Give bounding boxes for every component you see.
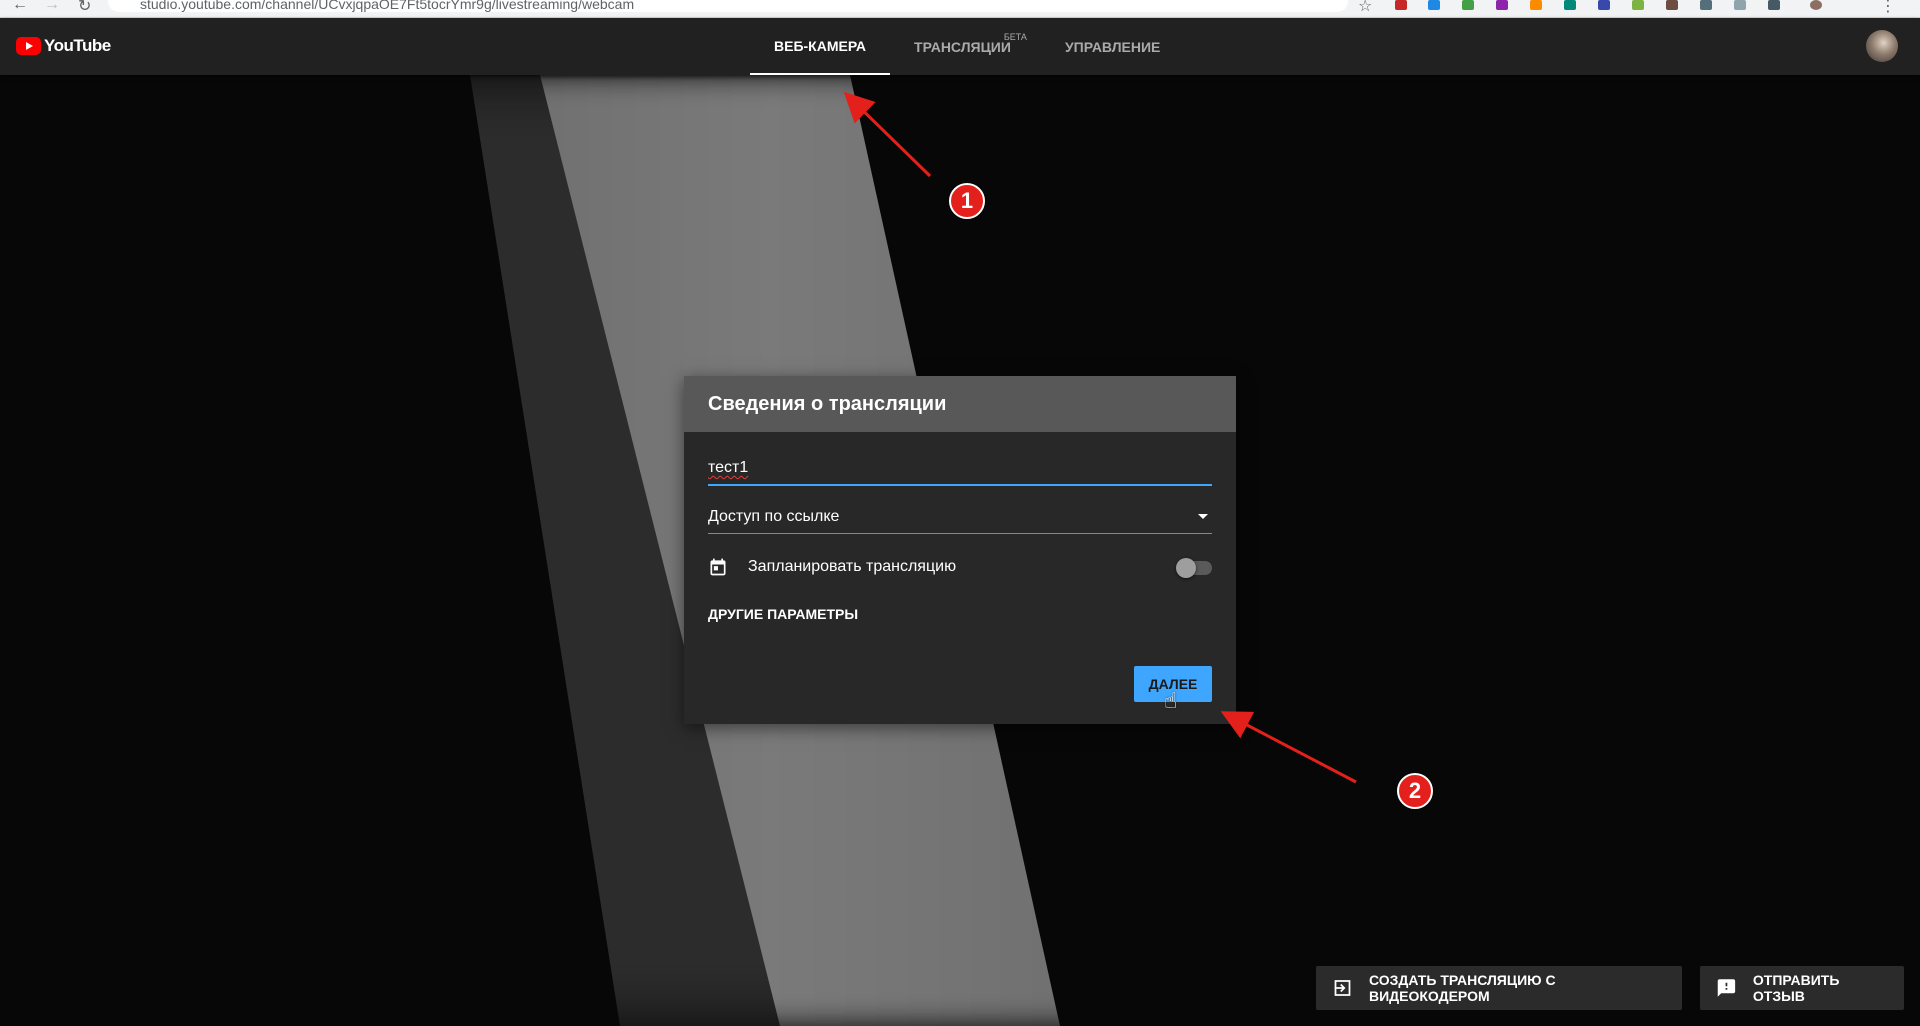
privacy-select-value: Доступ по ссылке (708, 507, 840, 525)
title-input[interactable]: тест1 (708, 452, 1212, 486)
tab-label: ТРАНСЛЯЦИИ (914, 38, 1011, 55)
tab-label: ВЕБ-КАМЕРА (774, 37, 867, 54)
dialog-title: Сведения о трансляции (708, 392, 947, 415)
tab-webcam[interactable]: ВЕБ-КАМЕРА (750, 18, 891, 75)
youtube-logo[interactable]: YouTube (16, 36, 111, 56)
create-encoder-stream-button[interactable]: СОЗДАТЬ ТРАНСЛЯЦИЮ С ВИДЕОКОДЕРОМ (1316, 966, 1682, 1010)
extension-icon[interactable] (1428, 0, 1440, 10)
youtube-play-icon (16, 37, 41, 55)
calendar-icon (710, 558, 726, 576)
extension-icon[interactable] (1768, 0, 1780, 10)
dropdown-arrow-icon (1198, 514, 1208, 519)
tab-label: УПРАВЛЕНИЕ (1064, 38, 1161, 55)
extension-icon[interactable] (1700, 0, 1712, 10)
toggle-knob (1176, 558, 1196, 578)
browser-toolbar: ← → ↻ studio.youtube.com/channel/UCvxjqp… (0, 0, 1920, 18)
extension-icon[interactable] (1632, 0, 1644, 10)
more-params-button[interactable]: ДРУГИЕ ПАРАМЕТРЫ (708, 606, 858, 622)
logo-text: YouTube (44, 36, 111, 55)
tab-bar: ВЕБ-КАМЕРА ТРАНСЛЯЦИИ БЕТА УПРАВЛЕНИЕ (750, 18, 1184, 75)
dialog-header: Сведения о трансляции (684, 376, 1236, 432)
extension-icon[interactable] (1462, 0, 1474, 10)
annotation-marker-1: 1 (949, 183, 985, 219)
annotation-marker-2: 2 (1397, 773, 1433, 809)
extension-icon[interactable] (1564, 0, 1576, 10)
send-feedback-label: ОТПРАВИТЬ ОТЗЫВ (1752, 972, 1840, 1004)
schedule-toggle[interactable] (1176, 557, 1212, 578)
forward-icon[interactable]: → (44, 0, 60, 14)
address-url[interactable]: studio.youtube.com/channel/UCvxjqpaOE7Ft… (140, 0, 634, 12)
profile-icon[interactable] (1810, 0, 1822, 10)
reload-icon[interactable]: ↻ (78, 0, 91, 16)
beta-badge: БЕТА (1003, 32, 1027, 42)
extension-icon[interactable] (1530, 0, 1542, 10)
schedule-label: Запланировать трансляцию (748, 558, 957, 575)
feedback-icon (1717, 979, 1736, 997)
bookmark-star-icon[interactable]: ☆ (1358, 0, 1372, 16)
enter-icon (1334, 980, 1351, 996)
hand-cursor-icon: ☝ (1164, 688, 1178, 713)
create-encoder-stream-label: СОЗДАТЬ ТРАНСЛЯЦИЮ С ВИДЕОКОДЕРОМ (1369, 972, 1556, 1004)
back-icon[interactable]: ← (12, 0, 28, 14)
schedule-row: Запланировать трансляцию (708, 552, 1212, 582)
menu-icon[interactable]: ⋮ (1880, 0, 1896, 16)
title-input-value: тест1 (708, 459, 749, 476)
studio-header: YouTube ВЕБ-КАМЕРА ТРАНСЛЯЦИИ БЕТА УПРАВ… (0, 18, 1920, 75)
extension-icon[interactable] (1598, 0, 1610, 10)
extension-icon[interactable] (1496, 0, 1508, 10)
send-feedback-button[interactable]: ОТПРАВИТЬ ОТЗЫВ (1700, 966, 1904, 1010)
stream-info-dialog: Сведения о трансляции тест1 Доступ по сс… (684, 376, 1236, 724)
tab-streams[interactable]: ТРАНСЛЯЦИИ БЕТА (890, 18, 1041, 75)
privacy-select[interactable]: Доступ по ссылке (708, 500, 1212, 534)
avatar[interactable] (1866, 30, 1898, 62)
extension-icon[interactable] (1734, 0, 1746, 10)
extension-icon[interactable] (1666, 0, 1678, 10)
tab-manage[interactable]: УПРАВЛЕНИЕ (1041, 18, 1184, 75)
extension-icon[interactable] (1395, 0, 1407, 10)
